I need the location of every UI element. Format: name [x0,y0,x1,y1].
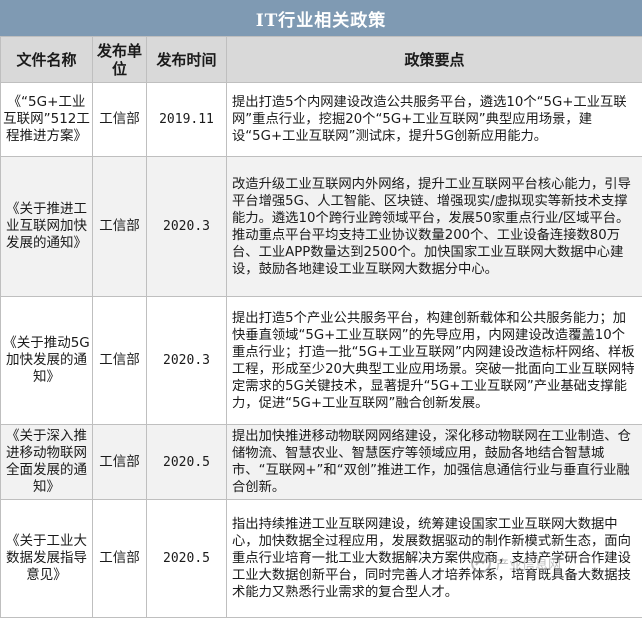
cell-dept: 工信部 [93,157,147,297]
cell-date: 2020.3 [147,297,227,425]
policy-table: 文件名称 发布单位 发布时间 政策要点 《“5G+工业互联网”512工程推进方案… [0,36,642,618]
table-row: 《关于推进工业互联网加快发展的通知》 工信部 2020.3 改造升级工业互联网内… [1,157,642,297]
cell-name: 《关于工业大数据发展指导意见》 [1,500,93,618]
cell-name: 《关于推进工业互联网加快发展的通知》 [1,157,93,297]
cell-dept: 工信部 [93,297,147,425]
policy-table-figure: IT行业相关政策 文件名称 发布单位 发布时间 政策要点 《“5G+工业互联网”… [0,0,642,617]
header-dept: 发布单位 [93,37,147,83]
cell-date: 2020.3 [147,157,227,297]
cell-dept: 工信部 [93,500,147,618]
table-title: IT行业相关政策 [0,0,642,36]
cell-points: 提出加快推进移动物联网网络建设，深化移动物联网在工业制造、仓储物流、智慧农业、智… [227,425,642,500]
header-points: 政策要点 [227,37,642,83]
header-name: 文件名称 [1,37,93,83]
table-row: 《关于工业大数据发展指导意见》 工信部 2020.5 指出持续推进工业互联网建设… [1,500,642,618]
cell-name: 《关于深入推进移动物联网全面发展的通知》 [1,425,93,500]
table-row: 《关于推动5G加快发展的通知》 工信部 2020.3 提出打造5个产业公共服务平… [1,297,642,425]
header-date: 发布时间 [147,37,227,83]
table-row: 《“5G+工业互联网”512工程推进方案》 工信部 2019.11 提出打造5个… [1,83,642,157]
table-header-row: 文件名称 发布单位 发布时间 政策要点 [1,37,642,83]
cell-name: 《关于推动5G加快发展的通知》 [1,297,93,425]
cell-date: 2020.5 [147,425,227,500]
cell-date: 2020.5 [147,500,227,618]
cell-date: 2019.11 [147,83,227,157]
cell-dept: 工信部 [93,425,147,500]
cell-points: 提出打造5个产业公共服务平台，构建创新载体和公共服务能力；加快垂直领域“5G+工… [227,297,642,425]
cell-points: 提出打造5个内网建设改造公共服务平台，遴选10个“5G+工业互联网”重点行业，挖… [227,83,642,157]
cell-points: 指出持续推进工业互联网建设，统筹建设国家工业互联网大数据中心，加快数据全过程应用… [227,500,642,618]
cell-points: 改造升级工业互联网内外网络，提升工业互联网平台核心能力，引导平台增强5G、人工智… [227,157,642,297]
cell-dept: 工信部 [93,83,147,157]
cell-name: 《“5G+工业互联网”512工程推进方案》 [1,83,93,157]
table-row: 《关于深入推进移动物联网全面发展的通知》 工信部 2020.5 提出加快推进移动… [1,425,642,500]
